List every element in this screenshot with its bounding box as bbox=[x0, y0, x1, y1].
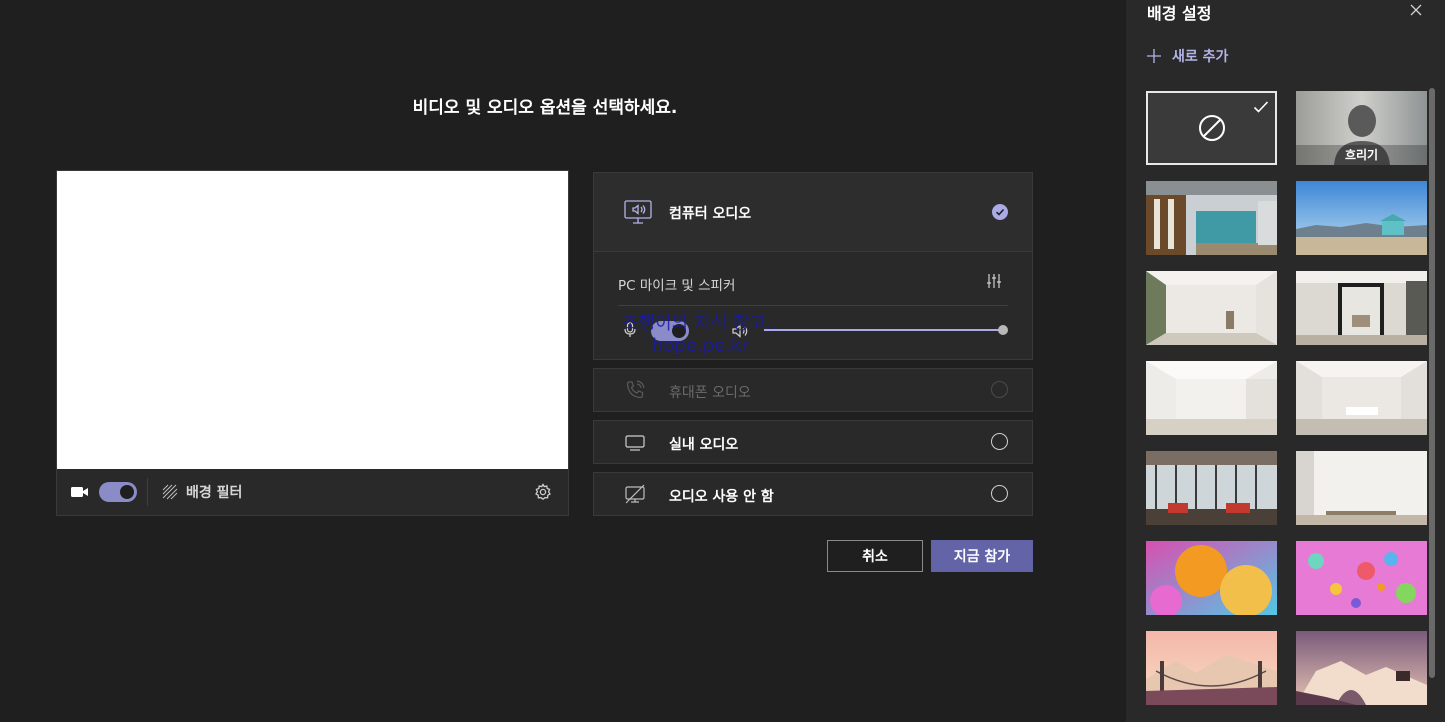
gear-icon[interactable] bbox=[534, 483, 552, 501]
no-audio-label: 오디오 사용 안 함 bbox=[669, 489, 774, 505]
cancel-button[interactable]: 취소 bbox=[827, 540, 923, 572]
computer-audio-option[interactable]: 컴퓨터 오디오 PC 마이크 및 스피커 조행이의 지식 창고.. hope.p… bbox=[593, 172, 1033, 360]
background-filter-label[interactable]: 배경 필터 bbox=[186, 482, 242, 502]
none-icon bbox=[1197, 113, 1227, 143]
camera-toggle[interactable] bbox=[99, 482, 137, 502]
phone-icon bbox=[624, 379, 646, 401]
background-tile-none[interactable] bbox=[1146, 91, 1277, 165]
microphone-toggle[interactable] bbox=[651, 321, 689, 341]
speaker-volume-slider[interactable] bbox=[764, 329, 1004, 331]
computer-audio-radio[interactable] bbox=[992, 204, 1008, 220]
background-tile-bridge[interactable] bbox=[1146, 631, 1277, 705]
background-tile-beach[interactable] bbox=[1296, 181, 1427, 255]
background-tile-office[interactable] bbox=[1146, 181, 1277, 255]
video-preview-card: 배경 필터 bbox=[56, 170, 569, 516]
watermark-line-1: 조행이의 지식 창고.. bbox=[622, 313, 778, 334]
background-tile-loft[interactable] bbox=[1146, 451, 1277, 525]
phone-audio-option: 휴대폰 오디오 bbox=[593, 368, 1033, 412]
check-icon bbox=[1253, 99, 1269, 113]
background-settings-panel: 배경 설정 새로 추가 흐리기 bbox=[1126, 0, 1445, 722]
background-tile-white-room-4[interactable] bbox=[1296, 361, 1427, 435]
plus-icon bbox=[1146, 48, 1162, 64]
background-tile-white-room-1[interactable] bbox=[1146, 271, 1277, 345]
monitor-speaker-icon bbox=[624, 200, 654, 224]
add-new-button[interactable]: 새로 추가 bbox=[1146, 46, 1228, 66]
room-display-icon bbox=[624, 431, 646, 453]
join-now-button[interactable]: 지금 참가 bbox=[931, 540, 1033, 572]
add-new-label: 새로 추가 bbox=[1172, 49, 1229, 65]
background-filter-icon[interactable] bbox=[162, 484, 178, 500]
divider bbox=[147, 478, 148, 506]
room-audio-label: 실내 오디오 bbox=[669, 437, 739, 453]
no-audio-radio[interactable] bbox=[991, 485, 1008, 502]
computer-audio-label: 컴퓨터 오디오 bbox=[669, 206, 752, 222]
background-tile-white-room-3[interactable] bbox=[1146, 361, 1277, 435]
device-settings-icon[interactable] bbox=[986, 273, 1002, 289]
camera-icon bbox=[71, 485, 89, 499]
video-controls: 배경 필터 bbox=[57, 469, 568, 515]
no-audio-icon bbox=[624, 483, 646, 505]
close-icon[interactable] bbox=[1409, 2, 1423, 16]
background-tile-pink-bubbles[interactable] bbox=[1296, 541, 1427, 615]
computer-audio-header[interactable]: 컴퓨터 오디오 bbox=[594, 173, 1032, 252]
background-tile-white-wall[interactable] bbox=[1296, 451, 1427, 525]
no-audio-option[interactable]: 오디오 사용 안 함 bbox=[593, 472, 1033, 516]
phone-audio-label: 휴대폰 오디오 bbox=[669, 385, 751, 401]
divider bbox=[618, 305, 1008, 306]
speaker-volume-thumb[interactable] bbox=[998, 325, 1008, 335]
speaker-icon bbox=[732, 323, 750, 338]
blur-label: 흐리기 bbox=[1296, 145, 1427, 165]
background-tile-white-room-2[interactable] bbox=[1296, 271, 1427, 345]
page-title: 비디오 및 오디오 옵션을 선택하세요. bbox=[412, 98, 678, 118]
room-audio-option[interactable]: 실내 오디오 bbox=[593, 420, 1033, 464]
panel-title: 배경 설정 bbox=[1147, 4, 1212, 23]
watermark: 조행이의 지식 창고.. hope.pe.kr bbox=[622, 313, 777, 357]
main-area: 비디오 및 오디오 옵션을 선택하세요. 배경 필터 컴퓨터 오디오 PC 마이… bbox=[0, 0, 1126, 722]
background-tile-blur[interactable]: 흐리기 bbox=[1296, 91, 1427, 165]
panel-scrollbar[interactable] bbox=[1429, 88, 1435, 678]
device-label: PC 마이크 및 스피커 bbox=[618, 278, 736, 294]
background-tile-orange-spheres[interactable] bbox=[1146, 541, 1277, 615]
phone-audio-radio bbox=[991, 381, 1008, 398]
room-audio-radio[interactable] bbox=[991, 433, 1008, 450]
video-preview bbox=[57, 171, 568, 469]
background-tile-arch[interactable] bbox=[1296, 631, 1427, 705]
microphone-icon bbox=[624, 322, 636, 338]
